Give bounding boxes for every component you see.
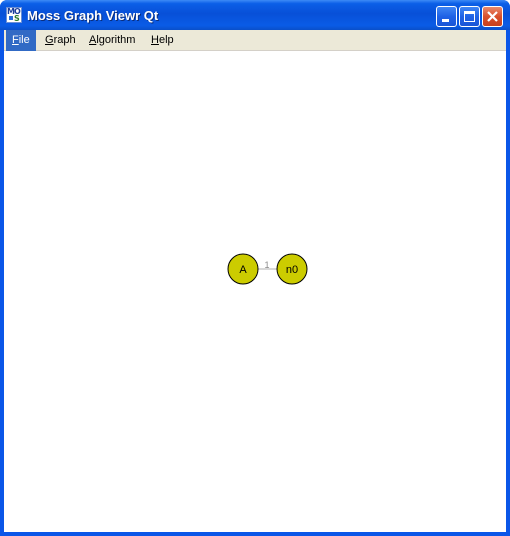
node-label: n0 bbox=[286, 264, 298, 276]
graph-view[interactable]: 1 A n0 bbox=[4, 51, 506, 532]
close-icon bbox=[487, 11, 498, 22]
title-bar[interactable]: M O S Moss Graph Viewr Qt bbox=[0, 0, 510, 30]
graph-node[interactable]: A bbox=[227, 253, 259, 285]
menu-help[interactable]: Help bbox=[145, 30, 180, 51]
graph-canvas[interactable]: 1 A n0 bbox=[4, 51, 506, 532]
app-window: M O S Moss Graph Viewr Qt File Graph Alg… bbox=[0, 0, 510, 536]
edge-weight-label: 1 bbox=[264, 260, 269, 270]
menu-graph[interactable]: Graph bbox=[39, 30, 82, 51]
menu-file[interactable]: File bbox=[6, 30, 36, 51]
minimize-button[interactable] bbox=[436, 6, 457, 27]
window-title: Moss Graph Viewr Qt bbox=[27, 8, 159, 23]
menu-bar: File Graph Algorithm Help bbox=[4, 30, 506, 51]
close-button[interactable] bbox=[482, 6, 503, 27]
moss-app-icon[interactable]: M O S bbox=[6, 7, 22, 23]
menu-algorithm[interactable]: Algorithm bbox=[83, 30, 141, 51]
maximize-button[interactable] bbox=[459, 6, 480, 27]
maximize-icon bbox=[464, 11, 475, 22]
node-label: A bbox=[239, 264, 247, 276]
minimize-icon bbox=[442, 19, 449, 22]
graph-node[interactable]: n0 bbox=[276, 253, 308, 285]
